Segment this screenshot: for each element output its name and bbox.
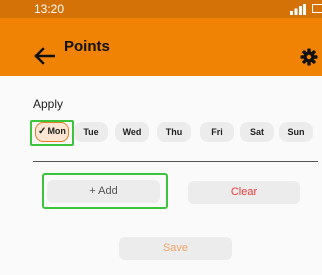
day-label: Sat — [249, 127, 264, 137]
battery-icon — [312, 4, 322, 13]
day-label: Tue — [83, 127, 99, 137]
day-selector: ✓Mon Tue Wed Thu Fri Sat Sun — [33, 122, 322, 144]
day-chip-thu[interactable]: Thu — [157, 122, 191, 142]
apply-label: Apply — [33, 97, 64, 111]
app-bar: Points — [0, 18, 322, 76]
clear-button[interactable]: Clear — [188, 181, 300, 204]
divider — [33, 161, 318, 162]
day-label: Sun — [287, 127, 305, 137]
day-label: Mon — [47, 126, 66, 136]
page-title: Points — [64, 38, 110, 55]
check-icon: ✓ — [38, 126, 47, 137]
day-label: Thu — [165, 127, 183, 137]
gear-icon[interactable] — [300, 48, 318, 66]
day-label: Fri — [211, 127, 223, 137]
add-button[interactable]: + Add — [47, 180, 160, 203]
day-chip-wed[interactable]: Wed — [115, 122, 149, 142]
status-bar: 13:20 — [0, 0, 322, 18]
day-chip-mon[interactable]: ✓Mon — [35, 122, 69, 142]
signal-icon — [290, 4, 306, 15]
save-button[interactable]: Save — [119, 237, 232, 260]
day-chip-sun[interactable]: Sun — [279, 122, 313, 142]
back-arrow-icon[interactable] — [33, 47, 55, 65]
day-label: Wed — [122, 127, 142, 137]
status-time: 13:20 — [34, 2, 65, 16]
day-chip-sat[interactable]: Sat — [240, 122, 274, 142]
day-chip-fri[interactable]: Fri — [200, 122, 234, 142]
day-chip-tue[interactable]: Tue — [74, 122, 108, 142]
content-area: Apply ✓Mon Tue Wed Thu Fri Sat Sun + Add… — [0, 76, 322, 275]
